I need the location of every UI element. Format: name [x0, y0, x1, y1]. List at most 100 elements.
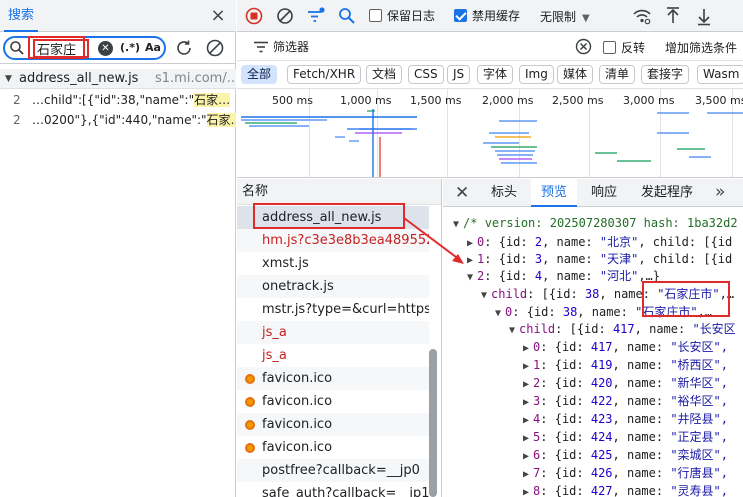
preview-tree-row[interactable]: ▼ child: [{id: 417, name: "长安区: [509, 320, 736, 338]
tree-id: 417: [590, 340, 613, 354]
tab-initiator[interactable]: 发起程序: [633, 179, 701, 207]
type-chip-css[interactable]: CSS: [408, 65, 444, 84]
close-details-icon[interactable]: ✕: [455, 183, 469, 203]
request-name: postfree?callback=__jp0: [262, 463, 420, 478]
regex-toggle-button[interactable]: (.*): [120, 41, 140, 54]
throttling-select[interactable]: 无限制 ▼: [540, 8, 590, 25]
clear-results-icon[interactable]: [204, 37, 226, 59]
clear-search-icon[interactable]: ✕: [98, 41, 113, 56]
type-chip-media[interactable]: 媒体: [557, 65, 594, 84]
preview-tree-row[interactable]: ▶ 0: {id: 2, name: "北京", child: [{id: [467, 233, 732, 251]
match-case-button[interactable]: Aa: [145, 41, 161, 54]
district-row[interactable]: ▶ 2: {id: 420, name: "新华区",: [523, 374, 728, 392]
tab-response[interactable]: 响应: [583, 179, 625, 207]
timeline-overview[interactable]: 500 ms 1,000 ms 1,500 ms 2,000 ms 2,500 …: [237, 88, 743, 178]
type-chip-js[interactable]: JS: [447, 65, 471, 84]
clear-log-icon[interactable]: [275, 6, 295, 26]
district-row[interactable]: ▶ 1: {id: 419, name: "桥西区",: [523, 356, 728, 374]
preserve-log-checkbox[interactable]: 保留日志: [369, 8, 435, 24]
type-chip-manifest[interactable]: 清单: [599, 65, 636, 84]
request-row[interactable]: safe_auth?callback=__jp1: [237, 482, 429, 497]
tree-key: child: [519, 322, 556, 336]
tree-id: 427: [590, 484, 613, 497]
preview-tree-row[interactable]: ▼ 0: {id: 38, name: "石家庄市",…: [495, 303, 712, 321]
search-result-file[interactable]: ▼ address_all_new.js s1.mi.com/...: [0, 69, 236, 89]
search-icon[interactable]: [337, 6, 357, 26]
district-row[interactable]: ▶ 5: {id: 424, name: "正定县",: [523, 428, 728, 446]
type-chip-font[interactable]: 字体: [477, 65, 514, 84]
request-row[interactable]: favicon.ico: [237, 436, 429, 459]
tree-key: 4: [533, 412, 541, 426]
more-tabs-icon[interactable]: »: [715, 182, 725, 202]
tree-name: "裕华区",: [670, 394, 729, 408]
search-result-line[interactable]: 2 …child":[{"id":38,"name":"石家…: [0, 90, 236, 110]
tree-name: "桥西区",: [670, 358, 729, 372]
type-chip-doc[interactable]: 文档: [366, 65, 403, 84]
type-chip-img[interactable]: Img: [519, 65, 554, 84]
type-chip-all[interactable]: 全部: [241, 65, 278, 84]
invert-checkbox[interactable]: 反转: [603, 39, 645, 56]
tab-headers[interactable]: 标头: [483, 179, 525, 207]
tree-name: "石家庄市": [657, 287, 720, 301]
type-chip-wasm[interactable]: Wasm: [697, 65, 743, 84]
request-row[interactable]: favicon.ico: [237, 367, 429, 390]
preview-tree-row[interactable]: ▶ 1: {id: 3, name: "天津", child: [{id: [467, 250, 732, 268]
type-chip-socket[interactable]: 套接字: [641, 65, 690, 84]
request-row[interactable]: js_a: [237, 344, 429, 367]
district-row[interactable]: ▶ 7: {id: 426, name: "行唐县",: [523, 464, 728, 482]
filter-icon: [254, 41, 268, 53]
filter-input[interactable]: 筛选器: [273, 38, 309, 55]
checkbox-box: [369, 9, 382, 22]
request-row[interactable]: postfree?callback=__jp0: [237, 459, 429, 482]
export-har-icon[interactable]: [694, 6, 714, 26]
preview-comment-line[interactable]: ▼/* version: 202507280307 hash: 1ba32d2: [453, 214, 738, 232]
request-row[interactable]: favicon.ico: [237, 413, 429, 436]
district-row[interactable]: ▶ 3: {id: 422, name: "裕华区",: [523, 392, 728, 410]
tree-name: "河北": [599, 269, 639, 283]
import-har-icon[interactable]: [663, 6, 683, 26]
disable-cache-checkbox[interactable]: 禁用缓存: [454, 8, 520, 24]
district-row[interactable]: ▶ 4: {id: 423, name: "井陉县",: [523, 410, 728, 428]
refresh-icon[interactable]: [173, 37, 195, 59]
tab-search[interactable]: 搜索: [4, 0, 39, 32]
result-line-number: 2: [13, 113, 21, 127]
type-chip-fetch-xhr[interactable]: Fetch/XHR: [287, 65, 362, 84]
close-search-panel-icon[interactable]: ×: [208, 6, 228, 26]
tab-preview[interactable]: 预览: [531, 179, 578, 207]
tree-key: 1: [477, 252, 485, 266]
throttling-value: 无限制: [540, 10, 577, 24]
clear-filter-icon[interactable]: [575, 38, 592, 55]
result-prefix: …0200"},{"id":440,"name":": [32, 113, 207, 127]
request-list-scrollbar[interactable]: [429, 349, 437, 497]
request-row[interactable]: onetrack.js: [237, 275, 429, 298]
search-icon: [10, 41, 24, 55]
network-toolbar: 保留日志 禁用缓存 无限制 ▼: [237, 0, 743, 32]
request-row[interactable]: js_a: [237, 321, 429, 344]
result-match: 石家…: [206, 113, 236, 127]
filter-toggle-icon[interactable]: [306, 6, 326, 26]
request-details: ✕ 标头 预览 响应 发起程序 » ▼/* version: 202507280…: [443, 179, 743, 497]
request-row[interactable]: mstr.js?type=&curl=https%3A%2F%2F: [237, 298, 429, 321]
record-stop-icon[interactable]: [244, 6, 264, 26]
district-row[interactable]: ▶ 0: {id: 417, name: "长安区",: [523, 338, 728, 356]
tree-key: 8: [533, 484, 541, 497]
expand-triangle-icon: ▶: [523, 487, 530, 497]
search-result-line[interactable]: 2 …0200"},{"id":440,"name":"石家…: [0, 110, 236, 130]
result-file-name: address_all_new.js: [19, 71, 139, 86]
tree-id: 38: [584, 287, 600, 301]
name-column-header[interactable]: 名称: [237, 179, 441, 205]
tree-name: "北京": [599, 235, 639, 249]
network-conditions-icon[interactable]: [632, 6, 652, 26]
request-row[interactable]: favicon.ico: [237, 390, 429, 413]
request-name: address_all_new.js: [262, 210, 382, 225]
district-row[interactable]: ▶ 6: {id: 425, name: "栾城区",: [523, 446, 728, 464]
preview-tree-row[interactable]: ▼ child: [{id: 38, name: "石家庄市",…: [481, 285, 734, 303]
tree-key: 0: [533, 340, 541, 354]
search-box[interactable]: ✕ (.*) Aa: [3, 36, 166, 60]
more-filters-button[interactable]: 增加筛选条件: [665, 39, 737, 56]
search-tabbar: 搜索 ×: [0, 0, 236, 32]
result-file-host: s1.mi.com/...: [155, 71, 236, 86]
district-row[interactable]: ▶ 8: {id: 427, name: "灵寿县",: [523, 482, 728, 497]
preview-tree-row[interactable]: ▼ 2: {id: 4, name: "河北",…}: [467, 267, 660, 285]
search-input[interactable]: [33, 39, 89, 58]
